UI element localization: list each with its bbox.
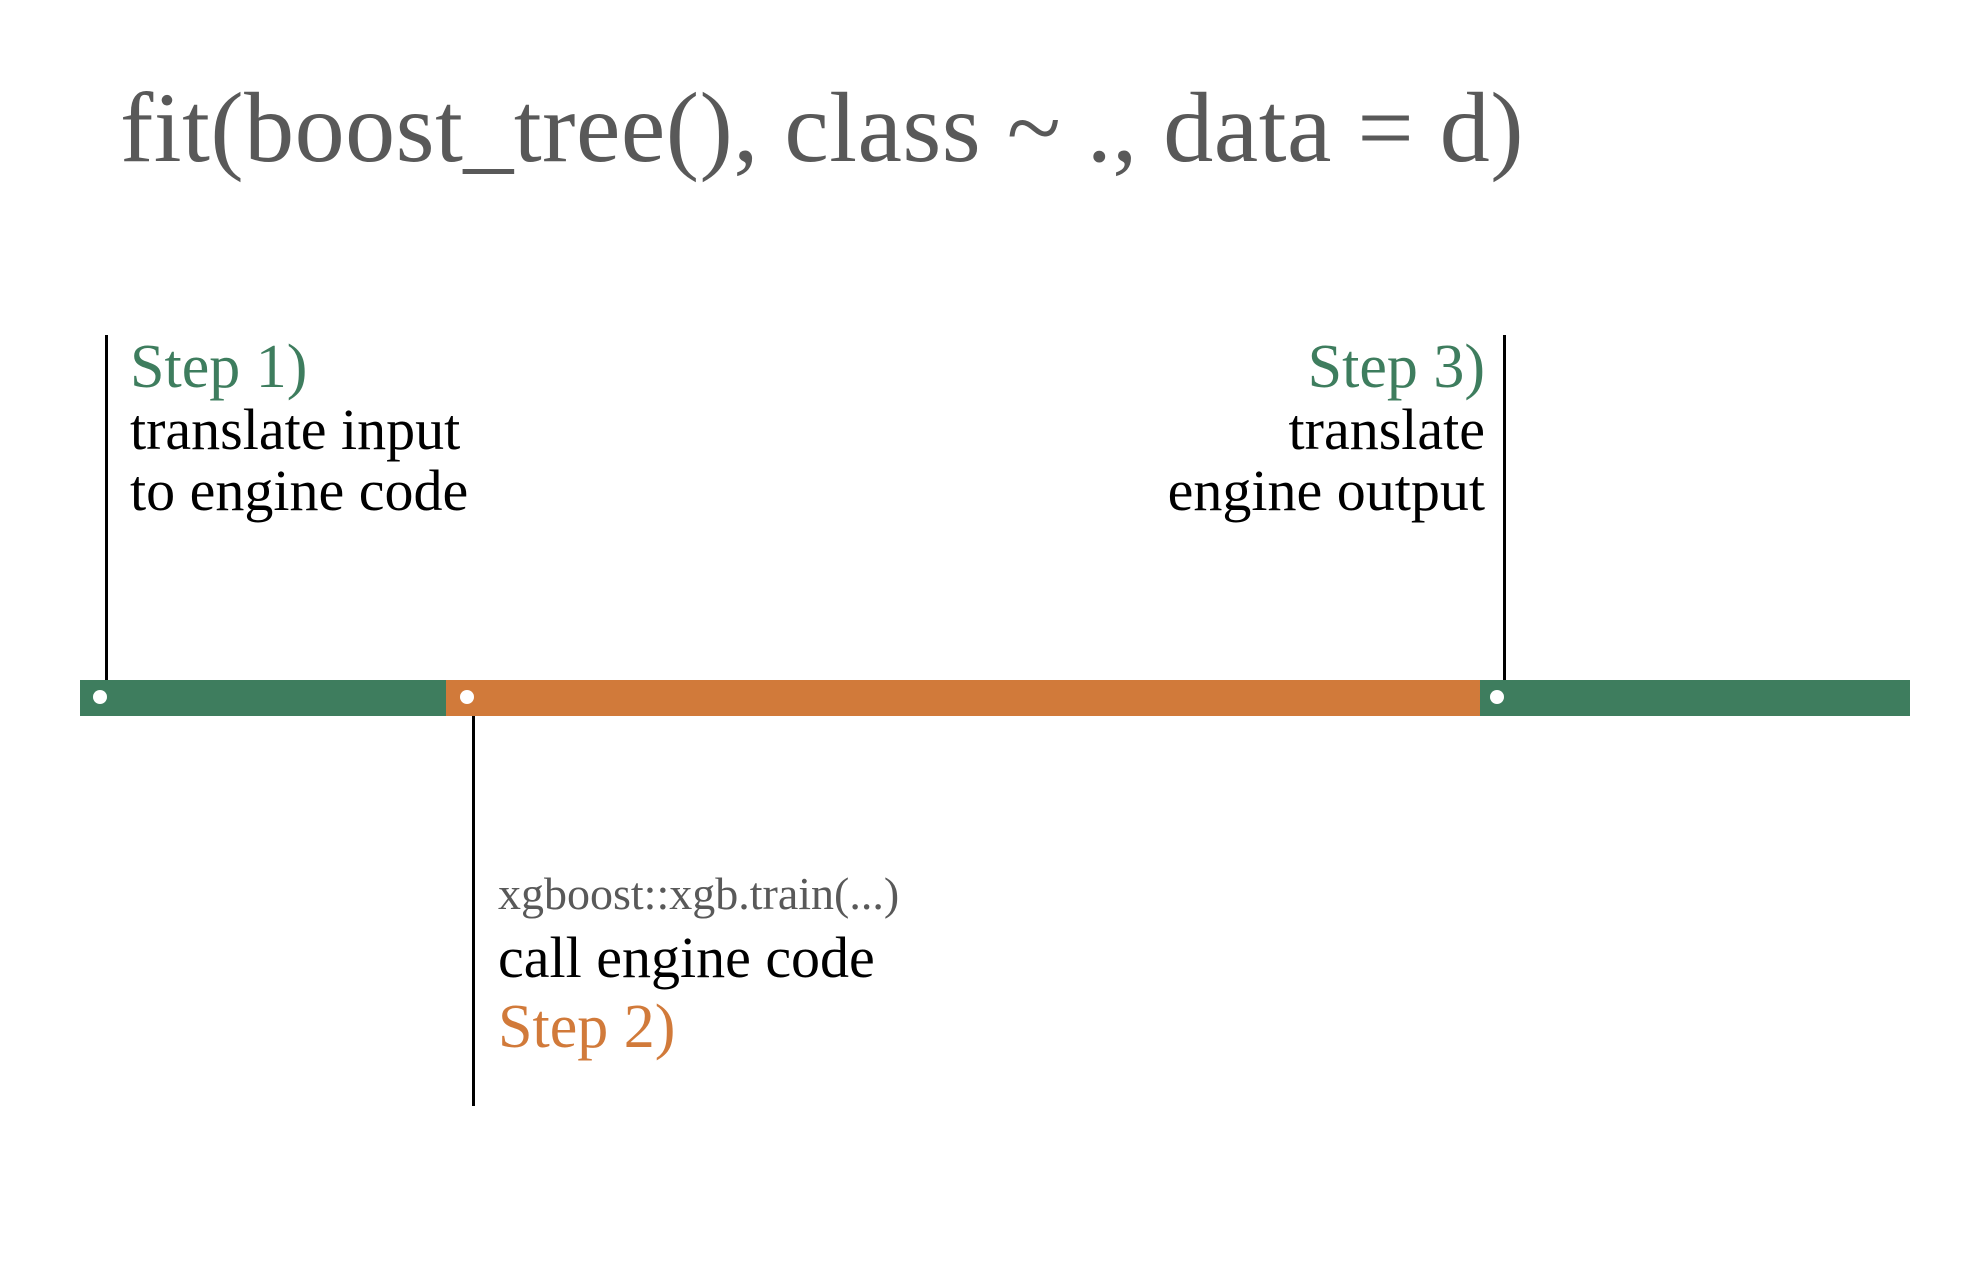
step2-body: call engine code xyxy=(498,928,899,989)
timeline-segment-3 xyxy=(1480,680,1910,716)
step3-block: Step 3) translate engine output xyxy=(1100,335,1485,522)
timeline-marker-1 xyxy=(93,690,107,704)
step1-title: Step 1) xyxy=(130,335,468,400)
diagram-title: fit(boost_tree(), class ~ ., data = d) xyxy=(120,70,1524,185)
timeline-segment-1 xyxy=(80,680,446,716)
connector-step2 xyxy=(472,716,475,1106)
step1-block: Step 1) translate input to engine code xyxy=(130,335,468,522)
connector-step1 xyxy=(105,335,108,680)
step1-body-line1: translate input xyxy=(130,400,468,461)
step2-code: xgboost::xgb.train(...) xyxy=(498,870,899,918)
timeline-marker-2 xyxy=(460,690,474,704)
timeline-marker-3 xyxy=(1490,690,1504,704)
step3-body-line2: engine output xyxy=(1100,461,1485,522)
step3-title: Step 3) xyxy=(1100,335,1485,400)
connector-step3 xyxy=(1503,335,1506,680)
step2-block: xgboost::xgb.train(...) call engine code… xyxy=(498,870,899,1060)
step1-body-line2: to engine code xyxy=(130,461,468,522)
timeline-segment-2 xyxy=(446,680,1480,716)
step3-body-line1: translate xyxy=(1100,400,1485,461)
timeline-bar xyxy=(80,680,1910,716)
step2-title: Step 2) xyxy=(498,995,899,1060)
